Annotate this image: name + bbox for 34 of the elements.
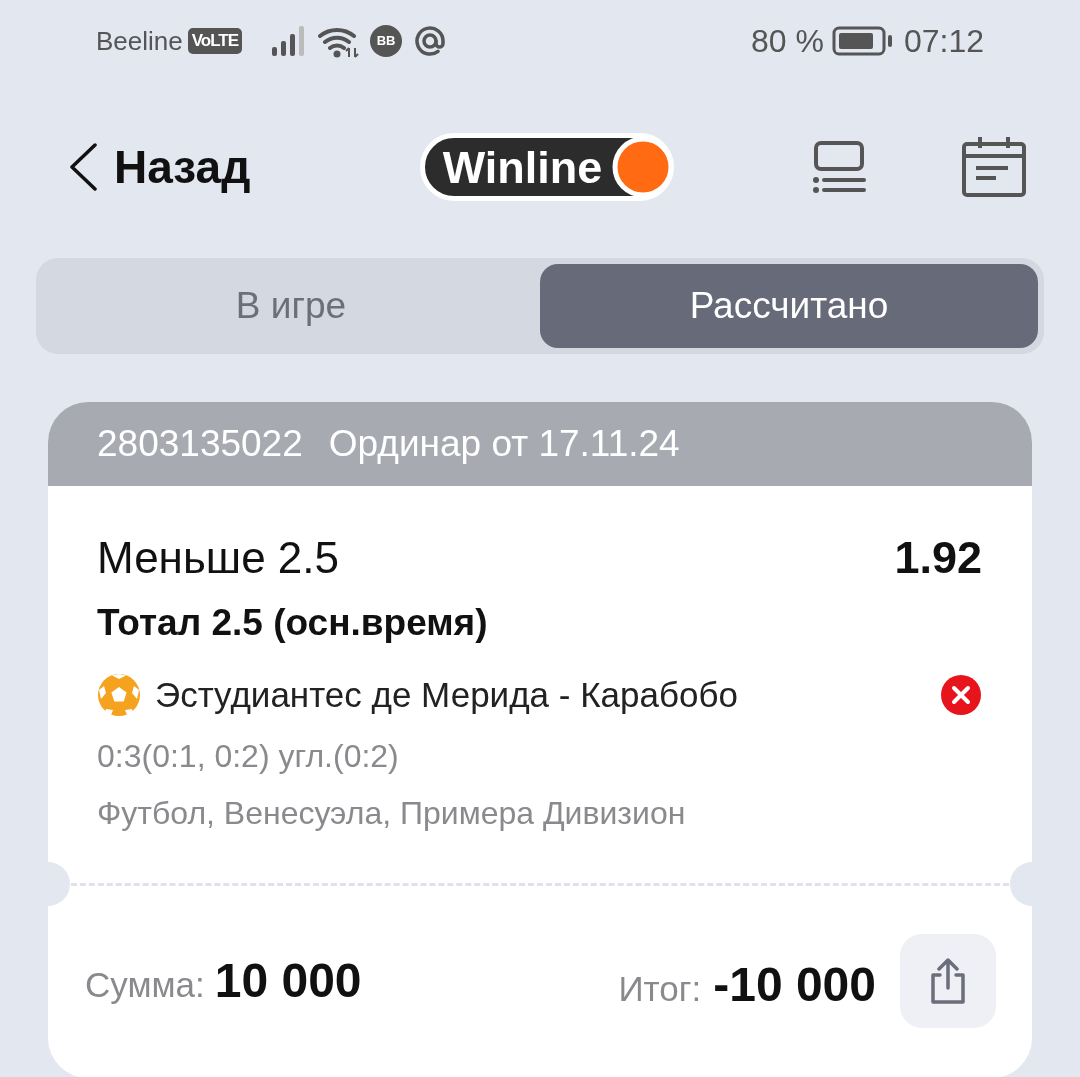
result-label: Итог: <box>618 968 702 1010</box>
ticket-notch <box>48 862 70 906</box>
battery-percent: 80 % <box>751 22 824 61</box>
list-view-icon <box>810 141 868 193</box>
market-name: Тотал 2.5 (осн.время) <box>97 601 489 645</box>
bet-number: 2803135022 <box>97 422 303 467</box>
calendar-icon <box>962 137 1026 197</box>
clock-time: 07:12 <box>903 22 984 61</box>
tab[interactable]: В игре <box>42 264 540 348</box>
signal-bars-icon <box>272 26 307 56</box>
logo-text: Winline <box>442 144 603 190</box>
chevron-left-icon <box>68 143 98 191</box>
at-sign-icon <box>414 25 447 57</box>
stake-amount: 10 000 <box>214 953 362 1009</box>
soccer-ball-icon <box>97 673 141 717</box>
stake-label: Сумма: <box>85 964 205 1006</box>
bet-selection: Меньше 2.5 <box>97 532 339 584</box>
result-amount: -10 000 <box>713 957 876 1013</box>
calendar-button[interactable] <box>962 137 1026 197</box>
volte-indicator: VoLTE <box>187 28 243 54</box>
carrier-name: Beeline <box>96 24 183 58</box>
battery-icon <box>831 26 894 56</box>
ticket-notch <box>1010 862 1032 906</box>
notification-badge: BB <box>370 25 403 57</box>
back-button[interactable]: Назад <box>68 132 251 202</box>
league-name: Футбол, Венесуэла, Примера Дивизион <box>97 794 687 832</box>
bet-odds: 1.92 <box>894 532 982 584</box>
list-view-button[interactable] <box>810 141 868 193</box>
match-score: 0:3(0:1, 0:2) угл.(0:2) <box>97 737 400 775</box>
bet-type-date: Ординар от 17.11.24 <box>328 422 680 467</box>
share-button[interactable] <box>900 934 996 1028</box>
share-icon <box>928 958 968 1004</box>
tab[interactable]: Рассчитано <box>540 264 1038 348</box>
event-name: Эстудиантес де Мерида - Карабобо <box>155 673 739 716</box>
